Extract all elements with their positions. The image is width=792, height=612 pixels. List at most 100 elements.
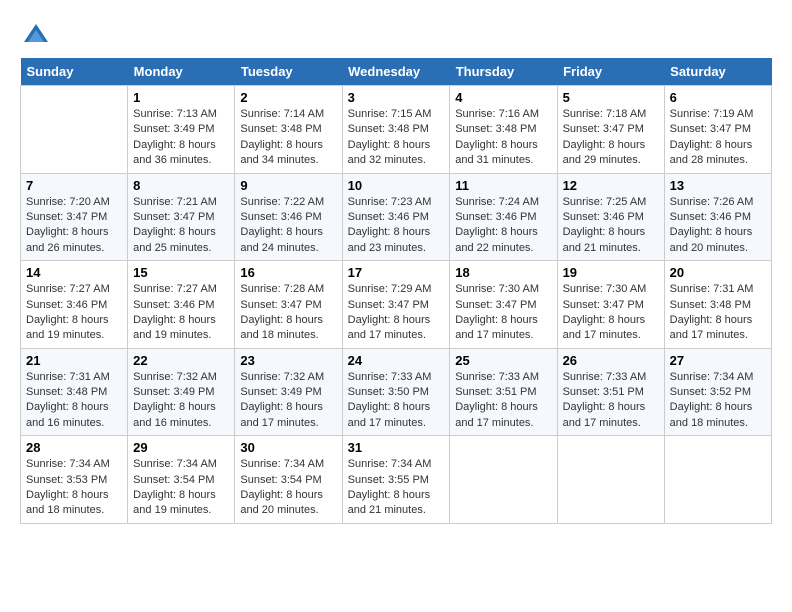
daylight: Daylight: 8 hours and 18 minutes. (26, 489, 109, 516)
sunrise: Sunrise: 7:25 AM (563, 196, 647, 208)
sunrise: Sunrise: 7:30 AM (563, 283, 647, 295)
day-info: Sunrise: 7:22 AM Sunset: 3:46 PM Dayligh… (240, 195, 336, 257)
sunset: Sunset: 3:49 PM (133, 123, 214, 135)
day-number: 29 (133, 440, 229, 455)
calendar-week-row: 14 Sunrise: 7:27 AM Sunset: 3:46 PM Dayl… (21, 261, 772, 349)
daylight: Daylight: 8 hours and 22 minutes. (455, 226, 538, 253)
calendar-cell: 8 Sunrise: 7:21 AM Sunset: 3:47 PM Dayli… (128, 173, 235, 261)
sunrise: Sunrise: 7:24 AM (455, 196, 539, 208)
day-number: 13 (670, 178, 766, 193)
day-number: 20 (670, 265, 766, 280)
weekday-header-thursday: Thursday (450, 58, 557, 86)
day-info: Sunrise: 7:31 AM Sunset: 3:48 PM Dayligh… (26, 370, 122, 432)
sunset: Sunset: 3:46 PM (240, 211, 321, 223)
sunset: Sunset: 3:46 PM (455, 211, 536, 223)
calendar-week-row: 1 Sunrise: 7:13 AM Sunset: 3:49 PM Dayli… (21, 86, 772, 174)
sunset: Sunset: 3:54 PM (240, 474, 321, 486)
sunset: Sunset: 3:52 PM (670, 386, 751, 398)
day-number: 19 (563, 265, 659, 280)
day-info: Sunrise: 7:34 AM Sunset: 3:53 PM Dayligh… (26, 457, 122, 519)
sunset: Sunset: 3:49 PM (240, 386, 321, 398)
sunset: Sunset: 3:55 PM (348, 474, 429, 486)
day-info: Sunrise: 7:31 AM Sunset: 3:48 PM Dayligh… (670, 282, 766, 344)
sunset: Sunset: 3:48 PM (455, 123, 536, 135)
day-number: 11 (455, 178, 551, 193)
calendar-cell: 16 Sunrise: 7:28 AM Sunset: 3:47 PM Dayl… (235, 261, 342, 349)
calendar-header-row: SundayMondayTuesdayWednesdayThursdayFrid… (21, 58, 772, 86)
sunrise: Sunrise: 7:16 AM (455, 108, 539, 120)
daylight: Daylight: 8 hours and 26 minutes. (26, 226, 109, 253)
day-number: 24 (348, 353, 445, 368)
day-info: Sunrise: 7:34 AM Sunset: 3:54 PM Dayligh… (240, 457, 336, 519)
sunrise: Sunrise: 7:32 AM (240, 371, 324, 383)
calendar-cell: 7 Sunrise: 7:20 AM Sunset: 3:47 PM Dayli… (21, 173, 128, 261)
day-number: 2 (240, 90, 336, 105)
sunset: Sunset: 3:47 PM (563, 123, 644, 135)
daylight: Daylight: 8 hours and 17 minutes. (563, 401, 646, 428)
sunrise: Sunrise: 7:15 AM (348, 108, 432, 120)
day-info: Sunrise: 7:16 AM Sunset: 3:48 PM Dayligh… (455, 107, 551, 169)
sunset: Sunset: 3:46 PM (26, 299, 107, 311)
logo-icon (22, 20, 50, 48)
daylight: Daylight: 8 hours and 19 minutes. (133, 314, 216, 341)
day-info: Sunrise: 7:27 AM Sunset: 3:46 PM Dayligh… (133, 282, 229, 344)
sunrise: Sunrise: 7:29 AM (348, 283, 432, 295)
sunrise: Sunrise: 7:14 AM (240, 108, 324, 120)
calendar-cell: 12 Sunrise: 7:25 AM Sunset: 3:46 PM Dayl… (557, 173, 664, 261)
calendar-week-row: 28 Sunrise: 7:34 AM Sunset: 3:53 PM Dayl… (21, 436, 772, 524)
sunset: Sunset: 3:49 PM (133, 386, 214, 398)
calendar-cell: 9 Sunrise: 7:22 AM Sunset: 3:46 PM Dayli… (235, 173, 342, 261)
calendar-cell: 1 Sunrise: 7:13 AM Sunset: 3:49 PM Dayli… (128, 86, 235, 174)
sunrise: Sunrise: 7:31 AM (26, 371, 110, 383)
sunrise: Sunrise: 7:21 AM (133, 196, 217, 208)
weekday-header-saturday: Saturday (664, 58, 771, 86)
day-number: 10 (348, 178, 445, 193)
day-number: 15 (133, 265, 229, 280)
weekday-header-sunday: Sunday (21, 58, 128, 86)
sunset: Sunset: 3:47 PM (240, 299, 321, 311)
sunrise: Sunrise: 7:34 AM (133, 458, 217, 470)
sunset: Sunset: 3:48 PM (670, 299, 751, 311)
daylight: Daylight: 8 hours and 36 minutes. (133, 139, 216, 166)
daylight: Daylight: 8 hours and 17 minutes. (455, 401, 538, 428)
sunrise: Sunrise: 7:20 AM (26, 196, 110, 208)
day-info: Sunrise: 7:28 AM Sunset: 3:47 PM Dayligh… (240, 282, 336, 344)
daylight: Daylight: 8 hours and 18 minutes. (240, 314, 323, 341)
day-info: Sunrise: 7:32 AM Sunset: 3:49 PM Dayligh… (240, 370, 336, 432)
daylight: Daylight: 8 hours and 17 minutes. (348, 401, 431, 428)
sunrise: Sunrise: 7:34 AM (670, 371, 754, 383)
day-info: Sunrise: 7:29 AM Sunset: 3:47 PM Dayligh… (348, 282, 445, 344)
day-number: 1 (133, 90, 229, 105)
sunset: Sunset: 3:47 PM (563, 299, 644, 311)
day-info: Sunrise: 7:13 AM Sunset: 3:49 PM Dayligh… (133, 107, 229, 169)
sunset: Sunset: 3:46 PM (348, 211, 429, 223)
sunrise: Sunrise: 7:28 AM (240, 283, 324, 295)
calendar-cell: 23 Sunrise: 7:32 AM Sunset: 3:49 PM Dayl… (235, 348, 342, 436)
daylight: Daylight: 8 hours and 24 minutes. (240, 226, 323, 253)
sunrise: Sunrise: 7:19 AM (670, 108, 754, 120)
calendar-cell: 14 Sunrise: 7:27 AM Sunset: 3:46 PM Dayl… (21, 261, 128, 349)
daylight: Daylight: 8 hours and 17 minutes. (670, 314, 753, 341)
calendar-cell: 25 Sunrise: 7:33 AM Sunset: 3:51 PM Dayl… (450, 348, 557, 436)
calendar-week-row: 21 Sunrise: 7:31 AM Sunset: 3:48 PM Dayl… (21, 348, 772, 436)
daylight: Daylight: 8 hours and 17 minutes. (455, 314, 538, 341)
weekday-header-monday: Monday (128, 58, 235, 86)
calendar-cell: 17 Sunrise: 7:29 AM Sunset: 3:47 PM Dayl… (342, 261, 450, 349)
calendar-cell: 26 Sunrise: 7:33 AM Sunset: 3:51 PM Dayl… (557, 348, 664, 436)
daylight: Daylight: 8 hours and 34 minutes. (240, 139, 323, 166)
daylight: Daylight: 8 hours and 25 minutes. (133, 226, 216, 253)
day-number: 7 (26, 178, 122, 193)
daylight: Daylight: 8 hours and 18 minutes. (670, 401, 753, 428)
sunrise: Sunrise: 7:30 AM (455, 283, 539, 295)
sunset: Sunset: 3:46 PM (133, 299, 214, 311)
calendar-cell: 6 Sunrise: 7:19 AM Sunset: 3:47 PM Dayli… (664, 86, 771, 174)
calendar-cell: 28 Sunrise: 7:34 AM Sunset: 3:53 PM Dayl… (21, 436, 128, 524)
sunrise: Sunrise: 7:26 AM (670, 196, 754, 208)
calendar-cell: 22 Sunrise: 7:32 AM Sunset: 3:49 PM Dayl… (128, 348, 235, 436)
daylight: Daylight: 8 hours and 23 minutes. (348, 226, 431, 253)
daylight: Daylight: 8 hours and 21 minutes. (563, 226, 646, 253)
sunset: Sunset: 3:48 PM (26, 386, 107, 398)
calendar-cell (21, 86, 128, 174)
sunset: Sunset: 3:46 PM (563, 211, 644, 223)
day-number: 31 (348, 440, 445, 455)
